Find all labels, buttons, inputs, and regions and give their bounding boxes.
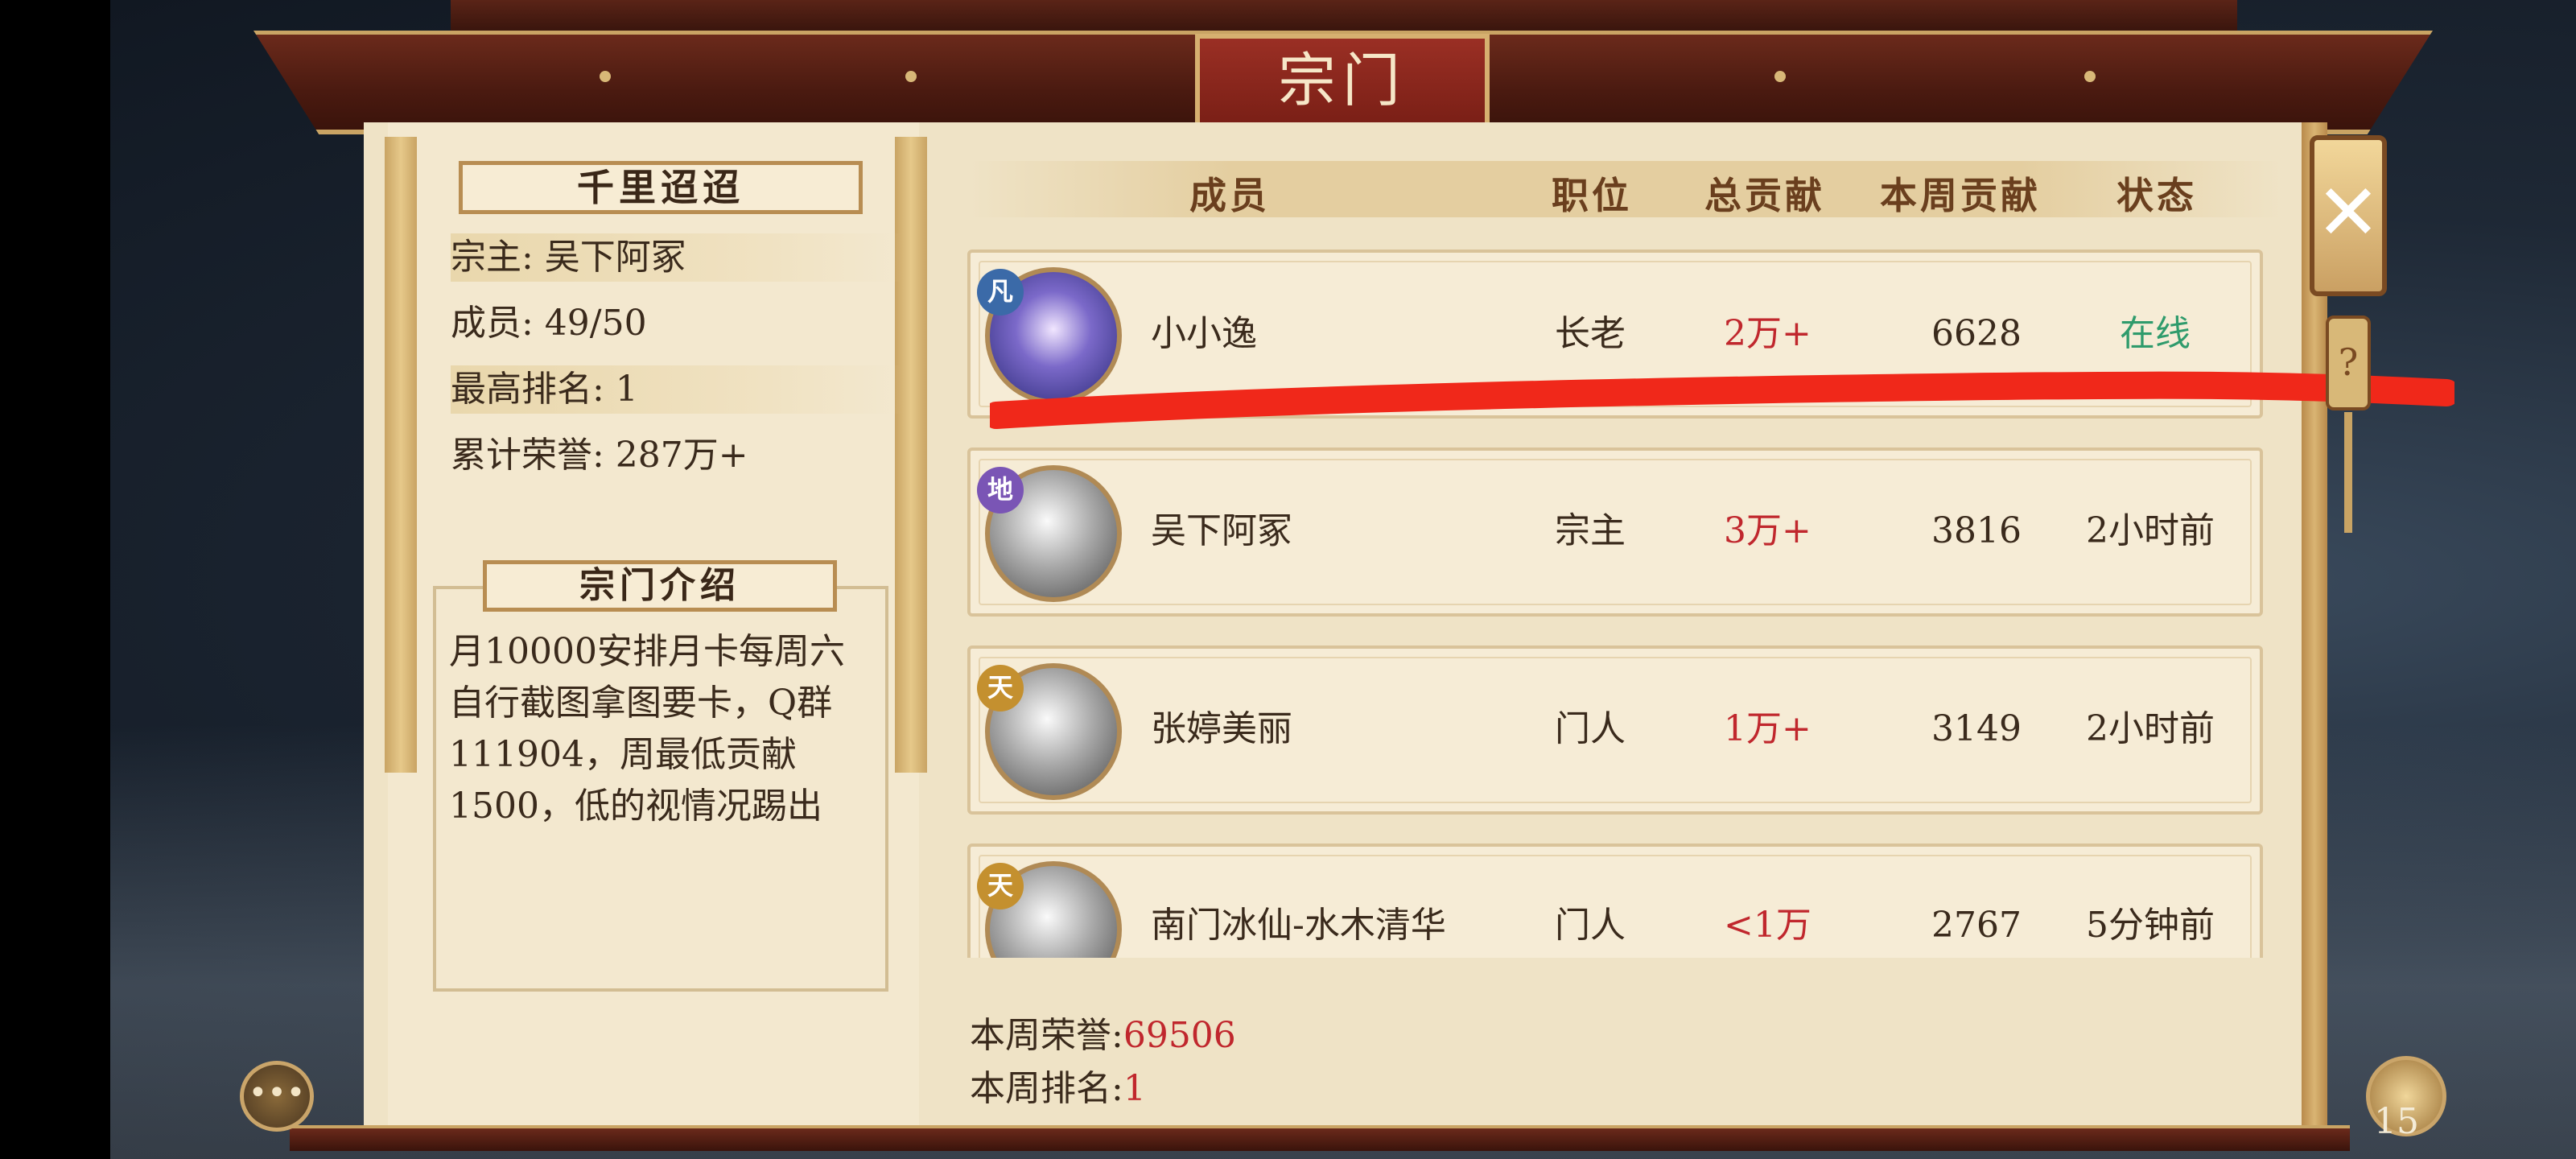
member-name: 张婷美丽 [1151,708,1292,749]
header-role: 职位 [1552,174,1632,217]
member-role: 宗主 [1555,510,1626,551]
member-name: 吴下阿冢 [1151,510,1292,551]
weekly-honor-label: 本周荣誉: [970,1015,1123,1056]
header-total: 总贡献 [1704,174,1825,217]
sect-name: 千里迢迢 [459,161,863,214]
rank-badge: 地 [977,467,1024,514]
roof-top-beam [451,0,2237,34]
member-name: 小小逸 [1151,313,1257,354]
tassel [2344,412,2352,533]
bag-count: 15 [2374,1101,2419,1142]
header-weekly: 本周贡献 [1880,174,2041,217]
weekly-rank-value: 1 [1123,1068,1146,1109]
header-status: 状态 [2116,174,2197,217]
sect-leader: 宗主: 吴下阿冢 [451,233,901,282]
annotation-stroke [990,371,2454,429]
help-button[interactable]: ? [2326,316,2371,410]
header-member: 成员 [1189,174,1270,217]
member-role: 长老 [1555,313,1626,354]
member-status: 2小时前 [2086,708,2215,749]
member-status: 5分钟前 [2086,905,2215,946]
member-weekly: 3816 [1931,510,2022,551]
member-status: 2小时前 [2086,510,2215,551]
sect-total-honor: 累计荣誉: 287万+ [451,435,748,476]
member-role: 门人 [1555,905,1626,946]
member-total: 2万+ [1724,313,1811,354]
member-total: <1万 [1724,905,1811,946]
close-button[interactable]: ✕ [2310,135,2387,296]
rank-badge: 天 [977,665,1024,711]
intro-title: 宗门介绍 [483,560,837,612]
roof-stud [1774,71,1786,82]
member-total: 1万+ [1724,708,1811,749]
chat-button[interactable]: ••• [240,1061,314,1132]
member-role: 门人 [1555,708,1626,749]
sect-members: 成员: 49/50 [451,303,647,344]
left-rail [385,137,417,773]
member-name: 南门冰仙-水木清华 [1151,905,1446,946]
member-weekly: 3149 [1931,708,2022,749]
chat-icon: ••• [248,1074,306,1112]
member-total: 3万+ [1724,510,1811,551]
member-weekly: 6628 [1931,313,2022,354]
panel-bottom-beam [290,1125,2350,1151]
intro-text: 月10000安排月卡每周六自行截图拿图要卡，Q群111904，周最低贡献1500… [449,631,845,827]
middle-rail [895,137,927,773]
sect-highest-rank: 最高排名: 1 [451,365,901,414]
close-icon: ✕ [2315,167,2381,258]
page-title: 宗门 [1195,34,1490,129]
weekly-rank: 本周排名:1 [970,1059,1146,1111]
member-status: 在线 [2120,313,2191,354]
roof-stud [2084,71,2096,82]
weekly-rank-label: 本周排名: [970,1068,1123,1109]
help-icon: ? [2338,340,2359,384]
rank-badge: 天 [977,863,1024,909]
weekly-honor-value: 69506 [1123,1015,1236,1056]
member-row-clip: 天 南门冰仙-水木清华 门人 <1万 2767 5分钟前 [967,843,2263,958]
rank-badge: 凡 [977,269,1024,316]
roof-stud [905,71,917,82]
letterbox [0,0,110,1159]
roof-stud [600,71,611,82]
weekly-honor: 本周荣誉:69506 [970,1006,1236,1058]
member-weekly: 2767 [1931,905,2022,946]
